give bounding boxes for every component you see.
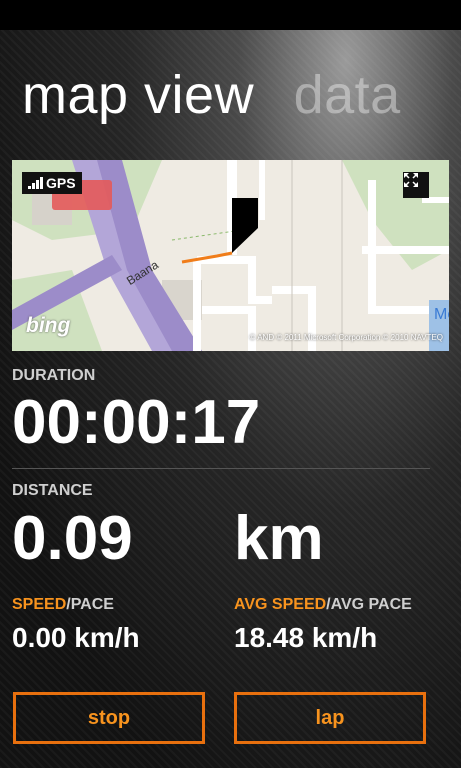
speed-label-rest: /PACE xyxy=(66,596,114,613)
pivot-header: map view data xyxy=(22,60,401,130)
avg-speed-value: 18.48 km/h xyxy=(234,622,378,653)
map-edge-label: Me xyxy=(434,306,449,323)
tab-map-view[interactable]: map view xyxy=(22,60,254,130)
map-view[interactable]: GPS Baana bing © AND © 2011 Microsoft Co… xyxy=(12,160,449,351)
status-bar xyxy=(0,0,461,30)
stop-button[interactable]: stop xyxy=(13,692,205,744)
signal-bars-icon xyxy=(28,177,43,189)
gps-label: GPS xyxy=(46,175,76,191)
speed-value: 0.00 km/h xyxy=(12,622,140,653)
duration-label: DURATION xyxy=(12,367,96,384)
speed-label: SPEED/PACE xyxy=(12,596,114,614)
divider xyxy=(12,468,430,469)
expand-arrows-icon[interactable] xyxy=(403,172,429,198)
avg-speed-label: AVG SPEED/AVG PACE xyxy=(234,596,412,614)
tab-data[interactable]: data xyxy=(294,60,401,130)
duration-value: 00:00:17 xyxy=(12,388,261,457)
distance-unit: km xyxy=(234,504,324,573)
map-credit: © AND © 2011 Microsoft Corporation © 201… xyxy=(249,333,443,342)
distance-value: 0.09 xyxy=(12,504,133,573)
speed-label-highlight: SPEED xyxy=(12,596,67,613)
avg-speed-label-highlight: AVG SPEED xyxy=(234,596,327,613)
distance-label: DISTANCE xyxy=(12,482,93,499)
gps-indicator: GPS xyxy=(22,172,82,194)
lap-button[interactable]: lap xyxy=(234,692,426,744)
avg-speed-label-rest: /AVG PACE xyxy=(326,596,412,613)
bing-logo: bing xyxy=(26,314,71,337)
